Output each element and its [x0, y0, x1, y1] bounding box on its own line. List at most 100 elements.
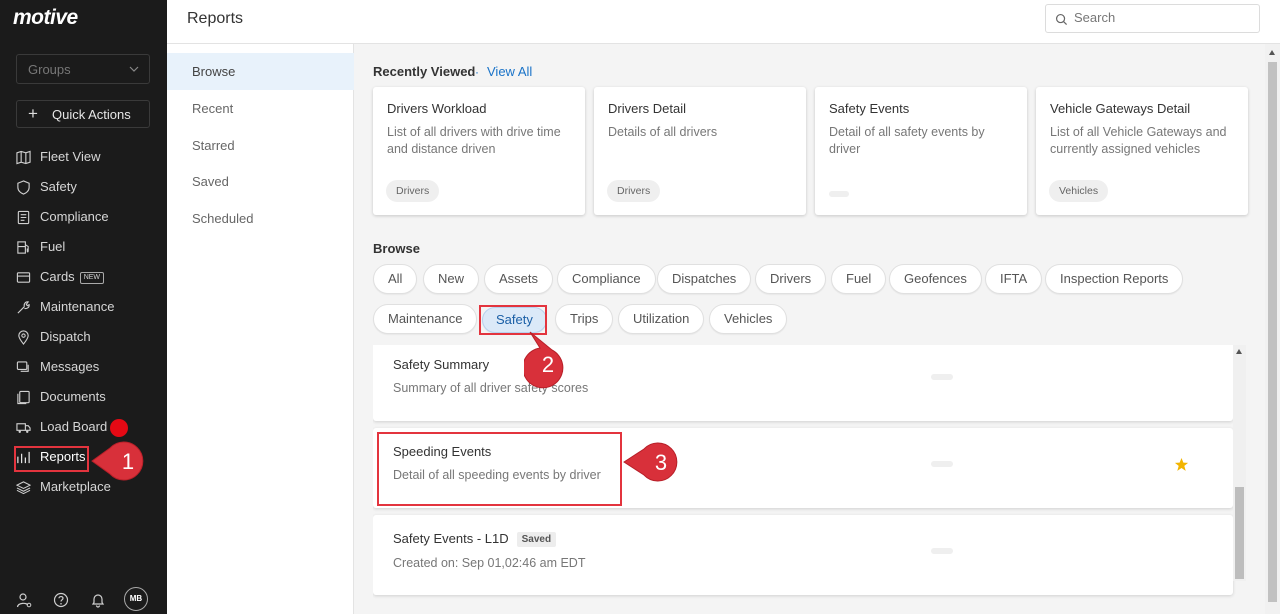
callout-3: 3 [623, 442, 678, 482]
subnav-starred[interactable]: Starred [167, 127, 354, 164]
help-icon[interactable] [53, 592, 69, 608]
subnav-browse[interactable]: Browse [167, 53, 354, 90]
user-avatar[interactable]: MB [124, 587, 148, 611]
chip-assets[interactable]: Assets [484, 264, 554, 294]
chip-compliance[interactable]: Compliance [557, 264, 656, 294]
quick-actions-label: Quick Actions [52, 107, 131, 122]
sidebar: motive Groups + Quick Actions Fleet View… [0, 0, 167, 614]
report-row-safety-summary[interactable]: Safety Summary Summary of all driver saf… [373, 345, 1233, 421]
sidebar-item-load-board[interactable]: Load Board [16, 417, 107, 439]
recent-card-drivers-detail[interactable]: Drivers Detail Details of all drivers Dr… [594, 87, 806, 215]
truck-icon [16, 423, 31, 433]
sidebar-item-messages[interactable]: Messages [16, 357, 99, 379]
chip-geofences[interactable]: Geofences [889, 264, 982, 294]
card-title: Drivers Detail [608, 101, 687, 116]
sidebar-item-safety[interactable]: Safety [16, 177, 77, 199]
search-input[interactable] [1074, 10, 1254, 25]
recent-card-drivers-workload[interactable]: Drivers Workload List of all drivers wit… [373, 87, 585, 215]
title-separator: · [475, 65, 479, 79]
shield-icon [17, 180, 30, 195]
card-icon [16, 272, 31, 283]
search-icon [1055, 13, 1068, 26]
svg-text:3: 3 [655, 450, 667, 475]
browse-title: Browse [373, 241, 420, 256]
page-scrollbar[interactable] [1265, 44, 1280, 614]
chip-drivers[interactable]: Drivers [755, 264, 827, 294]
document-icon [17, 210, 30, 225]
report-row-safety-events-l1d[interactable]: Safety Events - L1D Saved Created on: Sep… [373, 515, 1233, 595]
card-tag: Drivers [607, 180, 661, 202]
search-box[interactable] [1045, 4, 1260, 33]
card-description: List of all drivers with drive time and … [387, 125, 561, 156]
report-list-scrollbar[interactable] [1233, 345, 1246, 581]
callout-1: 1 [91, 441, 144, 481]
sidebar-item-dispatch[interactable]: Dispatch [16, 327, 91, 349]
card-tag: Drivers [386, 180, 440, 202]
chip-maintenance[interactable]: Maintenance [373, 304, 478, 334]
card-tag: Vehicles [1049, 180, 1109, 202]
card-tag-empty [829, 191, 849, 197]
header: Reports [167, 0, 1280, 44]
user-settings-icon[interactable] [16, 592, 32, 608]
recently-viewed-title: Recently Viewed [373, 64, 476, 79]
report-description: Created on: Sep 01,02:46 am EDT [393, 556, 586, 570]
star-icon[interactable] [1174, 457, 1189, 472]
callout-2: 2 [524, 331, 564, 389]
view-all-link[interactable]: View All [487, 64, 532, 79]
chip-dispatches[interactable]: Dispatches [657, 264, 752, 294]
page-title: Reports [187, 10, 244, 27]
documents-icon [17, 390, 30, 405]
card-title: Safety Events [829, 101, 910, 116]
recent-card-vehicle-gateways[interactable]: Vehicle Gateways Detail List of all Vehi… [1036, 87, 1248, 215]
reports-highlight-box [14, 446, 89, 472]
subnav-saved[interactable]: Saved [167, 163, 354, 200]
saved-badge: Saved [516, 532, 557, 547]
motive-logo[interactable]: motive [13, 6, 78, 30]
report-tag-placeholder [931, 374, 953, 380]
sidebar-item-fleet-view[interactable]: Fleet View [16, 147, 100, 169]
report-title: Safety Summary [393, 357, 490, 372]
chip-new[interactable]: New [423, 264, 480, 294]
map-icon [16, 150, 31, 165]
chip-inspection-reports[interactable]: Inspection Reports [1045, 264, 1184, 294]
load-board-notification-dot [110, 419, 128, 437]
recent-card-safety-events[interactable]: Safety Events Detail of all safety event… [815, 87, 1027, 215]
chip-fuel[interactable]: Fuel [831, 264, 887, 294]
location-pin-icon [18, 330, 29, 345]
page-scroll-up-arrow-icon[interactable] [1269, 50, 1275, 55]
svg-text:1: 1 [122, 449, 134, 474]
fuel-pump-icon [17, 241, 29, 254]
subnav-recent[interactable]: Recent [167, 90, 354, 127]
groups-select[interactable]: Groups [16, 54, 150, 84]
report-tag-placeholder [931, 548, 953, 554]
chip-all[interactable]: All [373, 264, 418, 294]
report-tag-placeholder [931, 461, 953, 467]
scroll-thumb[interactable] [1235, 487, 1244, 579]
sidebar-item-documents[interactable]: Documents [16, 387, 106, 409]
new-badge: NEW [79, 272, 105, 284]
scroll-up-arrow-icon[interactable] [1236, 349, 1242, 354]
chip-vehicles[interactable]: Vehicles [709, 304, 788, 334]
plus-icon: + [28, 104, 38, 123]
page-scroll-thumb[interactable] [1268, 62, 1277, 602]
sidebar-item-fuel[interactable]: Fuel [16, 237, 65, 259]
wrench-icon [17, 301, 30, 314]
card-description: Details of all drivers [608, 125, 718, 139]
card-title: Vehicle Gateways Detail [1050, 101, 1191, 116]
sidebar-footer: MB [0, 587, 167, 614]
sidebar-item-cards[interactable]: Cards NEW [16, 267, 105, 289]
card-description: List of all Vehicle Gateways and current… [1050, 125, 1227, 156]
sidebar-item-maintenance[interactable]: Maintenance [16, 297, 114, 319]
groups-placeholder: Groups [28, 62, 71, 77]
chip-ifta[interactable]: IFTA [985, 264, 1043, 294]
subnav-scheduled[interactable]: Scheduled [167, 200, 354, 237]
reports-subnav: Browse Recent Starred Saved Scheduled [167, 44, 354, 614]
bell-icon[interactable] [90, 592, 106, 608]
svg-text:2: 2 [542, 352, 554, 377]
chip-utilization[interactable]: Utilization [618, 304, 705, 334]
report-description: Summary of all driver safety scores [393, 381, 589, 395]
sidebar-item-compliance[interactable]: Compliance [16, 207, 109, 229]
layers-icon [16, 481, 31, 495]
quick-actions-button[interactable]: + Quick Actions [16, 100, 150, 128]
chevron-down-icon [129, 66, 139, 72]
